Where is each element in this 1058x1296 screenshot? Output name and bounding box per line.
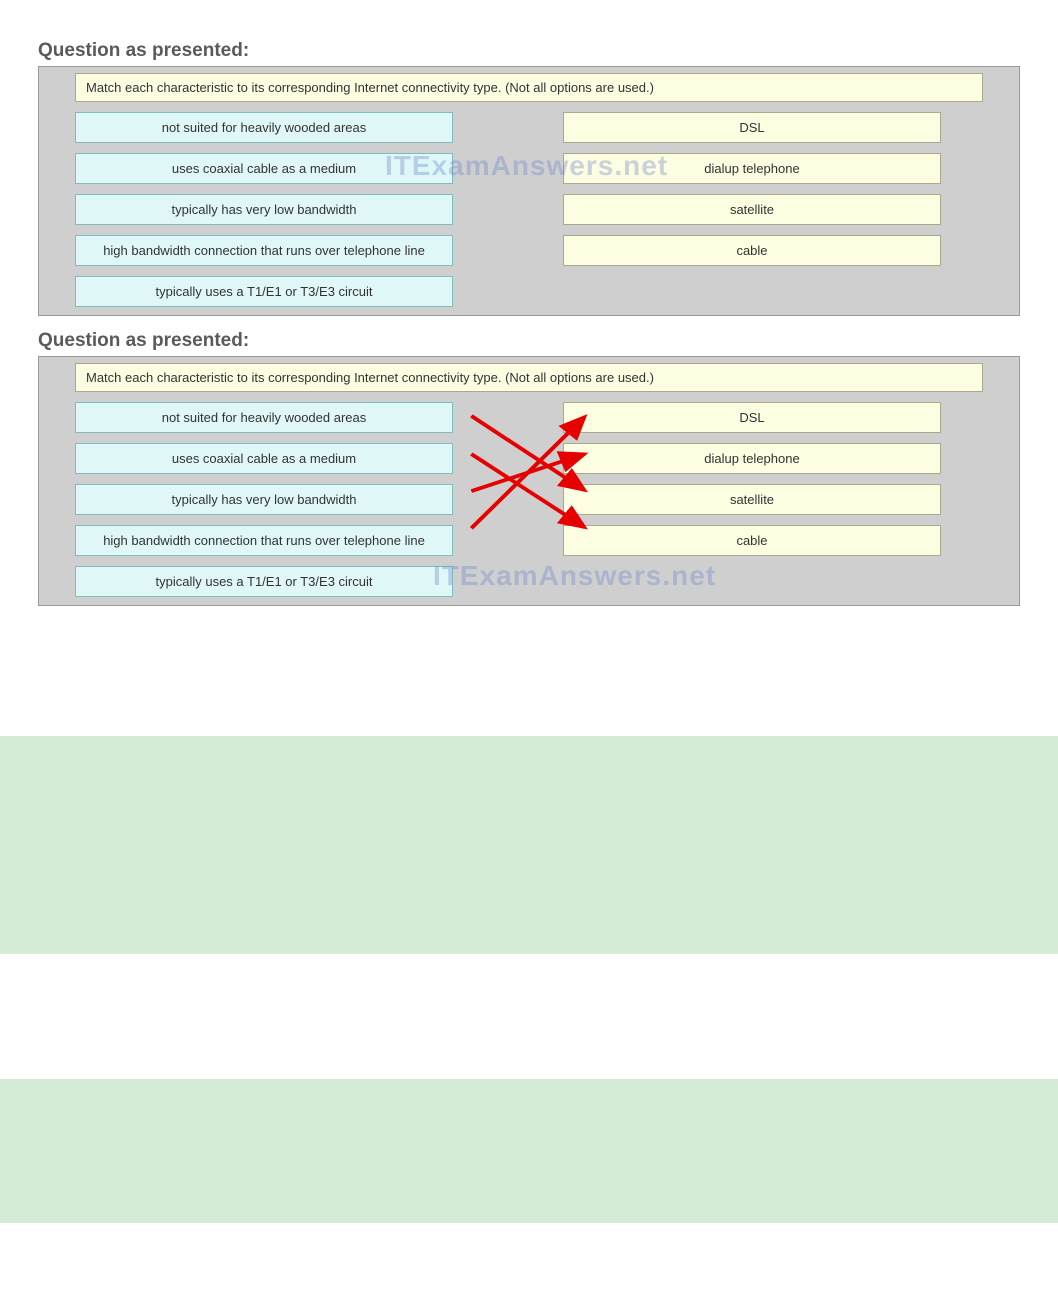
question-section-2: Question as presented: Match each charac… <box>0 330 1058 606</box>
columns-wrapper: not suited for heavily wooded areas uses… <box>75 402 983 597</box>
left-option[interactable]: not suited for heavily wooded areas <box>75 402 453 433</box>
right-option[interactable]: DSL <box>563 112 941 143</box>
left-option[interactable]: typically uses a T1/E1 or T3/E3 circuit <box>75 276 453 307</box>
question-panel: Match each characteristic to its corresp… <box>38 66 1020 316</box>
right-option[interactable]: dialup telephone <box>563 443 941 474</box>
left-column: not suited for heavily wooded areas uses… <box>75 402 453 597</box>
left-option[interactable]: uses coaxial cable as a medium <box>75 153 453 184</box>
left-option[interactable]: high bandwidth connection that runs over… <box>75 235 453 266</box>
green-band <box>0 736 1058 954</box>
right-option[interactable]: cable <box>563 235 941 266</box>
columns-wrapper: not suited for heavily wooded areas uses… <box>75 112 983 307</box>
right-column: DSL dialup telephone satellite cable <box>563 112 941 307</box>
left-option[interactable]: typically has very low bandwidth <box>75 194 453 225</box>
right-option[interactable]: DSL <box>563 402 941 433</box>
right-option[interactable]: satellite <box>563 484 941 515</box>
left-column: not suited for heavily wooded areas uses… <box>75 112 453 307</box>
right-option[interactable]: satellite <box>563 194 941 225</box>
question-heading: Question as presented: <box>38 330 1020 352</box>
left-option[interactable]: typically has very low bandwidth <box>75 484 453 515</box>
question-section-1: Question as presented: Match each charac… <box>0 40 1058 316</box>
question-heading: Question as presented: <box>38 40 1020 62</box>
right-column: DSL dialup telephone satellite cable <box>563 402 941 597</box>
left-option[interactable]: typically uses a T1/E1 or T3/E3 circuit <box>75 566 453 597</box>
instruction-text: Match each characteristic to its corresp… <box>75 73 983 102</box>
left-option[interactable]: not suited for heavily wooded areas <box>75 112 453 143</box>
instruction-text: Match each characteristic to its corresp… <box>75 363 983 392</box>
green-band <box>0 1079 1058 1223</box>
left-option[interactable]: high bandwidth connection that runs over… <box>75 525 453 556</box>
right-option[interactable]: cable <box>563 525 941 556</box>
left-option[interactable]: uses coaxial cable as a medium <box>75 443 453 474</box>
question-panel: Match each characteristic to its corresp… <box>38 356 1020 606</box>
right-option[interactable]: dialup telephone <box>563 153 941 184</box>
